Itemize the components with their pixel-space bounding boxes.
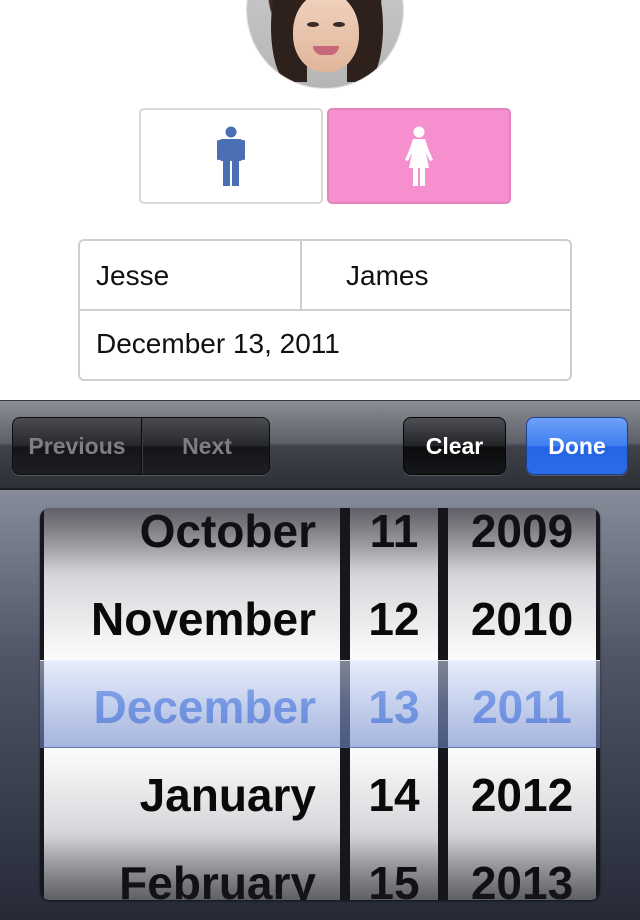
birthdate-field[interactable]: December 13, 2011	[96, 327, 340, 361]
female-person-icon	[402, 126, 436, 186]
day-wheel[interactable]: 11 12 13 14 15	[350, 508, 438, 900]
clear-button[interactable]: Clear	[403, 417, 506, 475]
month-wheel[interactable]: October November December January Februa…	[44, 508, 340, 900]
year-option[interactable]: 2010	[448, 575, 596, 663]
male-person-icon	[217, 126, 245, 186]
month-option[interactable]: January	[44, 751, 340, 839]
input-toolbar: Previous Next Clear Done	[0, 400, 640, 490]
year-option[interactable]: 2013	[448, 839, 596, 900]
profile-form: Jesse James December 13, 2011	[78, 239, 572, 381]
day-option[interactable]: 11	[350, 508, 438, 575]
next-button[interactable]: Next	[142, 418, 269, 474]
year-option[interactable]: 2009	[448, 508, 596, 575]
avatar-eye-right	[333, 22, 345, 27]
day-option-selected[interactable]: 13	[350, 663, 438, 751]
month-option[interactable]: November	[44, 575, 340, 663]
done-button[interactable]: Done	[526, 417, 628, 475]
male-button[interactable]	[139, 108, 323, 204]
previous-next-control: Previous Next	[12, 417, 270, 475]
year-option-selected[interactable]: 2011	[448, 663, 596, 751]
avatar-face	[293, 0, 359, 72]
female-button[interactable]	[327, 108, 511, 204]
day-option[interactable]: 14	[350, 751, 438, 839]
day-option[interactable]: 12	[350, 575, 438, 663]
first-name-field[interactable]: Jesse	[96, 259, 169, 293]
day-option[interactable]: 15	[350, 839, 438, 900]
name-divider	[300, 241, 302, 311]
date-picker: October November December January Februa…	[40, 508, 600, 900]
avatar[interactable]	[247, 0, 403, 88]
month-option-selected[interactable]: December	[44, 663, 340, 751]
month-option[interactable]: February	[44, 839, 340, 900]
previous-button[interactable]: Previous	[13, 418, 142, 474]
avatar-eye-left	[307, 22, 319, 27]
year-option[interactable]: 2012	[448, 751, 596, 839]
year-wheel[interactable]: 2009 2010 2011 2012 2013	[448, 508, 596, 900]
last-name-field[interactable]: James	[346, 259, 428, 293]
month-option[interactable]: October	[44, 508, 340, 575]
